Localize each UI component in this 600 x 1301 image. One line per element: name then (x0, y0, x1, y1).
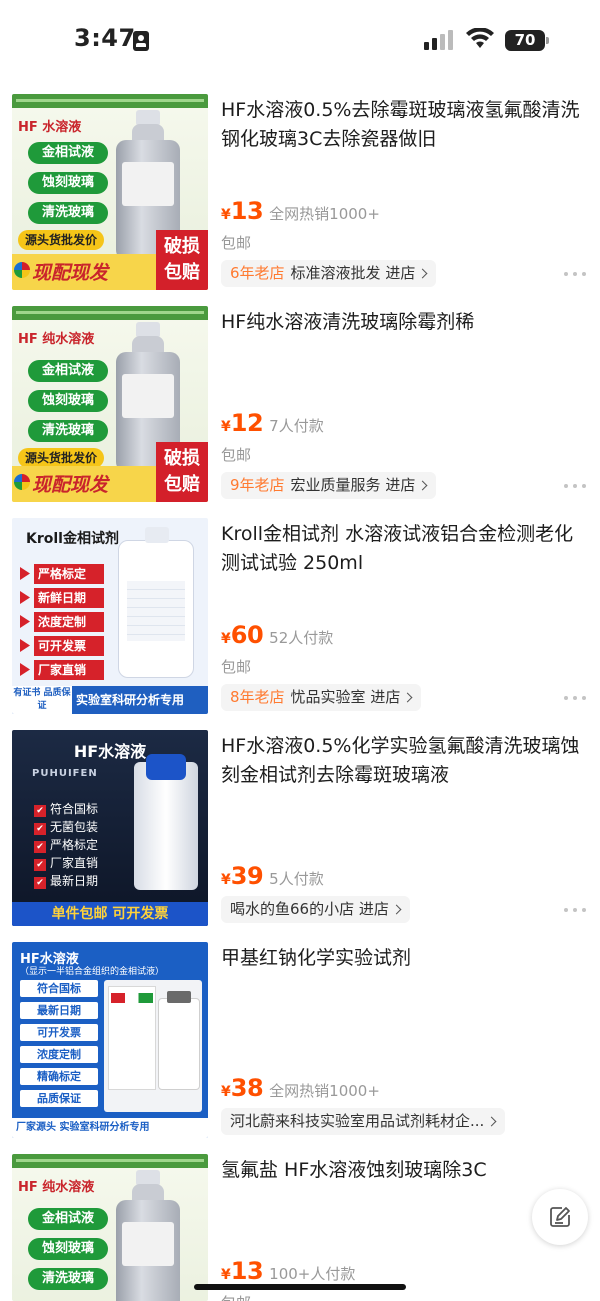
product-thumbnail[interactable]: HF 水溶液 金相试液 蚀刻玻璃 清洗玻璃 源头货批发价 现配现发 破损 包赔 (12, 94, 208, 290)
sales-count: 全网热销1000+ (269, 205, 380, 223)
chevron-right-icon (417, 268, 428, 279)
status-time: 3:47 (74, 24, 136, 52)
shop-link[interactable]: 8年老店 忧品实验室 进店 (221, 684, 422, 711)
shop-link[interactable]: 6年老店 标准溶液批发 进店 (221, 260, 437, 287)
price: 38 (230, 1074, 264, 1102)
product-thumbnail[interactable]: HF 纯水溶液 金相试液 蚀刻玻璃 清洗玻璃 (12, 1154, 208, 1301)
brand-logo-icon (14, 262, 30, 278)
free-shipping-label: 包邮 (221, 234, 252, 252)
product-thumbnail[interactable]: HF 纯水溶液 金相试液 蚀刻玻璃 清洗玻璃 源头货批发价 现配现发 破损 包赔 (12, 306, 208, 502)
shop-name: 宏业质量服务 (290, 476, 381, 494)
shop-name: 喝水的鱼66的小店 (230, 900, 355, 918)
price: 13 (230, 197, 264, 225)
sales-count: 52人付款 (269, 629, 334, 647)
more-dots-icon[interactable] (564, 484, 586, 490)
shop-link[interactable]: 河北蔚来科技实验室用品试剂耗材企... (221, 1108, 506, 1135)
sales-count: 100+人付款 (269, 1265, 356, 1283)
free-shipping-label: 包邮 (221, 446, 252, 464)
edit-feedback-icon (550, 1207, 570, 1227)
bottle-image (134, 754, 198, 890)
shop-age: 9年老店 (230, 476, 285, 494)
product-card[interactable]: Kroll金相试剂 严格标定 新鲜日期 浓度定制 可开发票 厂家直销 有证书 品… (0, 518, 600, 724)
product-card[interactable]: HF水溶液 （显示一半铝合金组织的金相试液） 符合国标 最新日期 可开发票 浓度… (0, 942, 600, 1148)
shop-name: 忧品实验室 (290, 688, 366, 706)
sales-count: 全网热销1000+ (269, 1082, 380, 1100)
price: 13 (230, 1257, 264, 1285)
sales-count: 7人付款 (269, 417, 324, 435)
more-dots-icon[interactable] (564, 696, 586, 702)
price: 60 (230, 621, 264, 649)
brand-logo-icon (14, 474, 30, 490)
more-dots-icon[interactable] (564, 908, 586, 914)
product-thumbnail[interactable]: HF水溶液 PUHUIFEN 符合国标 无菌包装 严格标定 厂家直销 最新日期 … (12, 730, 208, 926)
more-dots-icon[interactable] (564, 272, 586, 278)
shop-age: 6年老店 (230, 264, 285, 282)
shop-link[interactable]: 喝水的鱼66的小店 进店 (221, 896, 410, 923)
free-shipping-label: 包邮 (221, 1292, 251, 1301)
status-bar: 3:47 70 (0, 0, 600, 84)
product-title[interactable]: Kroll金相试剂 水溶液试液铝合金检测老化测试试验 250ml (221, 520, 591, 578)
product-card[interactable]: HF 水溶液 金相试液 蚀刻玻璃 清洗玻璃 源头货批发价 现配现发 破损 包赔 … (0, 94, 600, 300)
battery-indicator: 70 (505, 30, 549, 51)
damage-guarantee-badge: 破损 包赔 (156, 230, 208, 290)
product-title[interactable]: HF水溶液0.5%化学实验氢氟酸清洗玻璃蚀刻金相试剂去除霉斑玻璃液 (221, 732, 591, 790)
chevron-right-icon (402, 692, 413, 703)
wifi-icon (466, 28, 494, 48)
product-title[interactable]: 甲基红钠化学实验试剂 (221, 944, 591, 973)
chevron-right-icon (486, 1116, 497, 1127)
bottle-image (116, 1170, 180, 1301)
shop-name: 标准溶液批发 (290, 264, 381, 282)
price-row: ¥38 全网热销1000+ (221, 1074, 380, 1102)
price-row: ¥39 5人付款 (221, 862, 324, 890)
feedback-button[interactable] (532, 1189, 588, 1245)
bottle-image (118, 527, 194, 678)
price: 39 (230, 862, 264, 890)
price-row: ¥13 全网热销1000+ (221, 197, 380, 225)
product-card[interactable]: HF 纯水溶液 金相试液 蚀刻玻璃 清洗玻璃 源头货批发价 现配现发 破损 包赔 (0, 306, 600, 512)
price-row: ¥60 52人付款 (221, 621, 334, 649)
sales-count: 5人付款 (269, 870, 324, 888)
chevron-right-icon (417, 480, 428, 491)
product-title[interactable]: HF纯水溶液清洗玻璃除霉剂稀 (221, 308, 591, 337)
price-row: ¥13 100+人付款 (221, 1257, 356, 1285)
shop-link[interactable]: 9年老店 宏业质量服务 进店 (221, 472, 437, 499)
reagent-box-image (108, 986, 156, 1090)
product-title[interactable]: 氢氟盐 HF水溶液蚀刻玻璃除3C (221, 1156, 591, 1185)
free-shipping-label: 包邮 (221, 658, 252, 676)
product-thumbnail[interactable]: Kroll金相试剂 严格标定 新鲜日期 浓度定制 可开发票 厂家直销 有证书 品… (12, 518, 208, 714)
product-thumbnail[interactable]: HF水溶液 （显示一半铝合金组织的金相试液） 符合国标 最新日期 可开发票 浓度… (12, 942, 208, 1138)
product-card[interactable]: HF 纯水溶液 金相试液 蚀刻玻璃 清洗玻璃 氢氟盐 HF水溶液蚀刻玻璃除3C … (0, 1154, 600, 1301)
id-card-icon (133, 31, 149, 51)
search-results-page: 3:47 70 HF 水溶液 金相试液 蚀刻玻璃 清洗玻璃 源头货批发价 现配现… (0, 0, 600, 1301)
product-title[interactable]: HF水溶液0.5%去除霉斑玻璃液氢氟酸清洗钢化玻璃3C去除瓷器做旧 (221, 96, 591, 154)
bottle-image (158, 991, 200, 1090)
product-card[interactable]: HF水溶液 PUHUIFEN 符合国标 无菌包装 严格标定 厂家直销 最新日期 … (0, 730, 600, 936)
shop-age: 8年老店 (230, 688, 285, 706)
price-row: ¥12 7人付款 (221, 409, 324, 437)
damage-guarantee-badge: 破损 包赔 (156, 442, 208, 502)
price: 12 (230, 409, 264, 437)
shop-name: 河北蔚来科技实验室用品试剂耗材企... (230, 1112, 485, 1130)
chevron-right-icon (391, 904, 402, 915)
home-indicator[interactable] (194, 1284, 406, 1290)
cellular-signal-icon (424, 30, 456, 50)
